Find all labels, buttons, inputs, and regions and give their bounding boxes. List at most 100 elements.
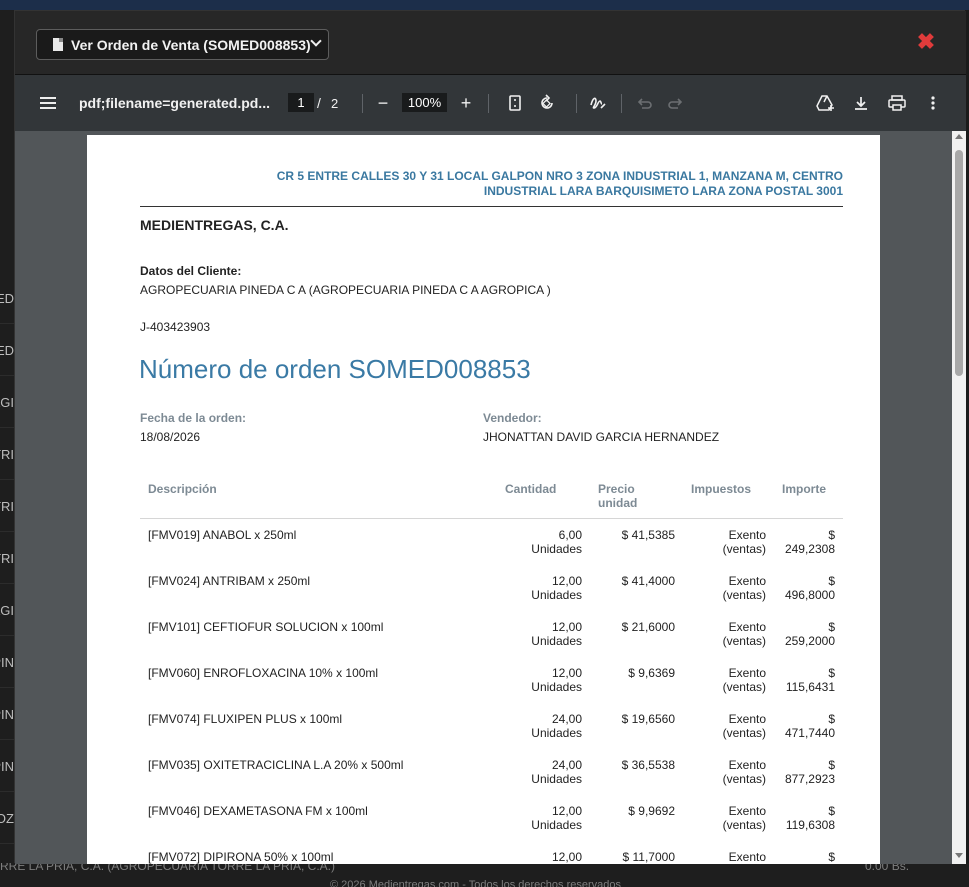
line-quantity-qty: 24,00 [551, 711, 582, 726]
rotate-icon[interactable] [535, 75, 559, 131]
bg-list-item: PIN [0, 638, 14, 688]
line-taxes: Exento(ventas) [683, 841, 774, 865]
address-line-2: INDUSTRIAL LARA BARQUISIMETO LARA ZONA P… [483, 184, 843, 198]
bg-list-item-text: PIN [0, 707, 14, 722]
line-amount-cur: $ [828, 665, 835, 680]
zoom-in-button[interactable]: + [456, 75, 476, 131]
redo-icon[interactable] [664, 75, 688, 131]
order-lines-table: Descripción Cantidad Precio unidad Impue… [140, 473, 843, 864]
line-taxes-tax2: (ventas) [722, 772, 766, 786]
add-to-drive-icon[interactable] [814, 75, 838, 131]
line-taxes: Exento(ventas) [683, 657, 774, 703]
line-amount-cur: $ [828, 849, 835, 864]
line-unit-price-price: $ 19,6560 [621, 711, 675, 726]
line-unit-price: $ 19,6560 [590, 703, 683, 749]
line-taxes-tax: Exento [728, 665, 766, 680]
line-amount-amount: 496,8000 [784, 588, 835, 602]
line-quantity-unit: Unidades [531, 542, 582, 556]
table-row: [FMV072] DIPIRONA 50% x 100ml 12,00Unidad… [140, 841, 843, 865]
line-quantity-unit: Unidades [531, 588, 582, 602]
scrollbar-thumb[interactable] [955, 150, 963, 376]
line-quantity-qty: 24,00 [551, 757, 582, 772]
line-description-desc: [FMV024] ANTRIBAM x 250ml [148, 573, 311, 588]
line-amount-amount: 877,2923 [784, 772, 835, 786]
order-date-label: Fecha de la orden: [140, 411, 247, 425]
line-quantity: 12,00Unidades [497, 611, 590, 657]
line-unit-price-price: $ 9,9692 [628, 803, 675, 818]
line-quantity: 6,00 Unidades [497, 518, 590, 565]
document-select[interactable]: Ver Orden de Venta (SOMED008853) [36, 29, 329, 60]
line-taxes-tax: Exento [728, 619, 766, 634]
undo-icon[interactable] [632, 75, 656, 131]
line-quantity: 12,00Unidades [497, 657, 590, 703]
line-taxes-tax2: (ventas) [722, 634, 766, 648]
document-select-label: Ver Orden de Venta (SOMED008853) [71, 36, 311, 53]
line-amount-amount: 115,6431 [785, 680, 835, 694]
client-rif: J-403423903 [140, 320, 211, 334]
zoom-out-button[interactable]: − [373, 75, 393, 131]
line-taxes-tax: Exento [728, 757, 766, 772]
bg-table-row-amount: 0.00 Bs. [865, 863, 910, 873]
col-header-description: Descripción [140, 473, 497, 519]
line-description: [FMV074] FLUXIPEN PLUS x 100ml [140, 703, 497, 749]
line-quantity-qty: 12,00 [551, 619, 582, 634]
line-quantity: 12,00Unidades [497, 841, 590, 865]
more-options-icon[interactable] [921, 75, 945, 131]
line-quantity-qty: 12,00 [551, 849, 582, 864]
line-amount: $119,6308 [774, 795, 843, 841]
table-row: [FMV035] OXITETRACICLINA L.A 20% x 500ml… [140, 749, 843, 795]
line-taxes-tax: Exento [728, 527, 766, 542]
col-header-unit-price-text: Precio unidad [598, 482, 638, 510]
pdf-page: CR 5 ENTRE CALLES 30 Y 31 LOCAL GALPON N… [87, 135, 880, 864]
line-taxes-tax: Exento [728, 573, 766, 588]
print-icon[interactable] [885, 75, 909, 131]
toolbar-divider [488, 94, 489, 113]
pdf-toolbar: pdf;filename=generated.pd... 1 / 2 − 100… [15, 75, 966, 131]
line-quantity-unit: Unidades [531, 818, 582, 832]
bg-list-item-text: PIN [0, 655, 14, 670]
fit-page-icon[interactable] [503, 75, 527, 131]
download-icon[interactable] [849, 75, 873, 131]
zoom-input[interactable]: 100% [402, 93, 447, 112]
bg-list-item-text: TRI [0, 499, 14, 514]
toolbar-divider [362, 94, 363, 113]
app-bottom-area: RRE LA PRIA, C.A. (AGROPECUARIA TORRE LA… [0, 863, 969, 887]
close-button[interactable]: ✖ [915, 31, 937, 53]
line-taxes: Exento(ventas) [683, 703, 774, 749]
line-quantity: 12,00Unidades [497, 565, 590, 611]
line-amount-amount: 249,2308 [784, 542, 835, 556]
bg-list-item: TRI [0, 430, 14, 480]
scroll-up-arrow-icon[interactable] [955, 134, 963, 139]
line-amount: $249,2308 [774, 518, 843, 565]
draw-icon[interactable] [586, 75, 610, 131]
app-sidebar: IED IED AGI TRI TRI TRI AGI PIN PIN PIN ROZ [0, 10, 14, 887]
line-quantity: 12,00Unidades [497, 795, 590, 841]
menu-icon[interactable] [39, 75, 57, 131]
line-taxes-tax: Exento [728, 849, 766, 864]
toolbar-divider [576, 94, 577, 113]
bg-list-item-text: PIN [0, 759, 14, 774]
line-amount-cur: $ [828, 757, 835, 772]
bg-list-item: AGI [0, 378, 14, 428]
line-taxes-tax2: (ventas) [722, 588, 766, 602]
line-amount: $140,4000 [774, 841, 843, 865]
address-line-1: CR 5 ENTRE CALLES 30 Y 31 LOCAL GALPON N… [276, 169, 843, 183]
line-description-desc: [FMV019] ANABOL x 250ml [148, 527, 297, 542]
vertical-scrollbar[interactable] [952, 131, 966, 864]
line-description-desc: [FMV072] DIPIRONA 50% x 100ml [148, 849, 334, 864]
line-taxes: Exento(ventas) [683, 795, 774, 841]
app-top-bar [0, 0, 969, 10]
table-row: [FMV046] DEXAMETASONA FM x 100ml 12,00 Uni… [140, 795, 843, 841]
line-unit-price: $ 36,5538 [590, 749, 683, 795]
pdf-viewport[interactable]: CR 5 ENTRE CALLES 30 Y 31 LOCAL GALPON N… [15, 131, 966, 864]
bg-list-item-text: AGI [0, 603, 14, 618]
company-name: MEDIENTREGAS, C.A. [140, 217, 289, 233]
document-icon [53, 38, 63, 51]
line-unit-price-price: $ 9,6369 [628, 665, 675, 680]
line-description-desc: [FMV074] FLUXIPEN PLUS x 100ml [148, 711, 343, 726]
scroll-down-arrow-icon[interactable] [955, 853, 963, 858]
line-quantity-unit: Unidades [531, 680, 582, 694]
line-taxes-tax2: (ventas) [722, 726, 766, 740]
page-number-input[interactable]: 1 [288, 93, 314, 112]
bg-list-item-text: TRI [0, 447, 14, 462]
